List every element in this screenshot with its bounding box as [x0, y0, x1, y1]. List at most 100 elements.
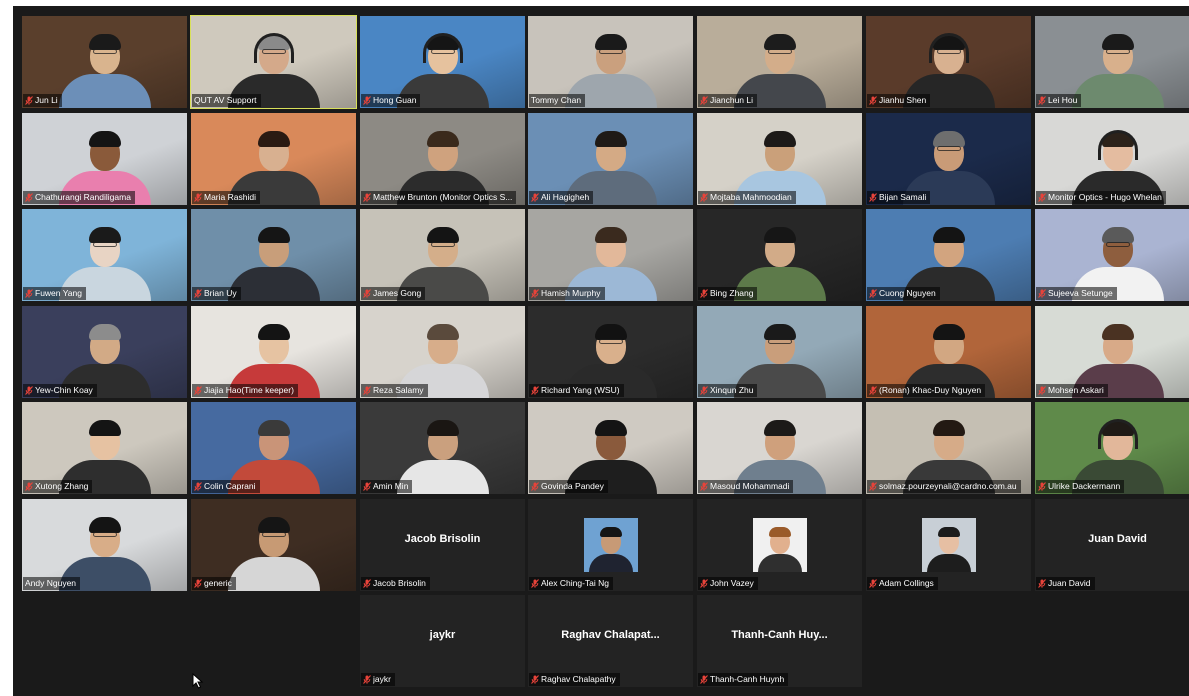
participant-name: Matthew Brunton (Monitor Optics S...	[373, 192, 513, 202]
participant-tile[interactable]: Colin Caprani	[191, 402, 356, 494]
participant-tile[interactable]: Thanh-Canh Huy... Thanh-Canh Huynh	[697, 595, 862, 687]
muted-mic-icon	[25, 482, 33, 491]
participant-tile[interactable]: Bing Zhang	[697, 209, 862, 301]
muted-mic-icon	[700, 579, 708, 588]
participant-tile[interactable]: Reza Salamy	[360, 306, 525, 398]
muted-mic-icon	[869, 579, 877, 588]
participant-name: Sujeeva Setunge	[1048, 288, 1113, 298]
participant-tile[interactable]: Chathurangi Randiligama	[22, 113, 187, 205]
muted-mic-icon	[700, 289, 708, 298]
participant-tile[interactable]: Jun Li	[22, 16, 187, 108]
participant-name: Masoud Mohammadi	[710, 481, 790, 491]
participant-tile[interactable]: Bijan Samali	[866, 113, 1031, 205]
participant-tile[interactable]: Monitor Optics - Hugo Whelan	[1035, 113, 1189, 205]
participant-tile[interactable]: QUT AV Support	[190, 15, 357, 109]
participant-tile[interactable]: Hong Guan	[360, 16, 525, 108]
participant-tile[interactable]: Sujeeva Setunge	[1035, 209, 1189, 301]
participant-tile[interactable]: Yew-Chin Koay	[22, 306, 187, 398]
participant-name: (Ronan) Khac-Duy Nguyen	[879, 385, 982, 395]
participant-name: Brian Uy	[204, 288, 237, 298]
participant-display-name: Raghav Chalapat...	[561, 629, 660, 641]
participant-tile[interactable]: Matthew Brunton (Monitor Optics S...	[360, 113, 525, 205]
participant-tile[interactable]: Brian Uy	[191, 209, 356, 301]
participant-tile[interactable]: Jianhu Shen	[866, 16, 1031, 108]
participant-nameplate: Jianhu Shen	[867, 94, 931, 107]
participant-name: Lei Hou	[1048, 95, 1078, 105]
muted-mic-icon	[531, 579, 539, 588]
participant-name: Raghav Chalapathy	[541, 674, 616, 684]
participant-nameplate: Masoud Mohammadi	[698, 480, 794, 493]
participant-tile[interactable]: Masoud Mohammadi	[697, 402, 862, 494]
participant-tile[interactable]: Mojtaba Mahmoodian	[697, 113, 862, 205]
participant-tile[interactable]: Adam Collings	[866, 499, 1031, 591]
participant-nameplate: Maria Rashidi	[192, 191, 260, 204]
participant-tile[interactable]: (Ronan) Khac-Duy Nguyen	[866, 306, 1031, 398]
participant-name: QUT AV Support	[194, 95, 257, 105]
participant-nameplate: Ulrike Dackermann	[1036, 480, 1125, 493]
headset-icon	[253, 32, 294, 63]
avatar	[921, 518, 976, 572]
participant-tile[interactable]: Lei Hou	[1035, 16, 1189, 108]
participant-tile[interactable]: Cuong Nguyen	[866, 209, 1031, 301]
participant-tile[interactable]: James Gong	[360, 209, 525, 301]
participant-name: Maria Rashidi	[204, 192, 256, 202]
participant-name: Jiajia Hao(Time keeper)	[204, 385, 294, 395]
muted-mic-icon	[363, 386, 371, 395]
participant-tile[interactable]: generic	[191, 499, 356, 591]
participant-nameplate: Xinqun Zhu	[698, 384, 758, 397]
muted-mic-icon	[869, 193, 877, 202]
participant-tile[interactable]: Richard Yang (WSU)	[528, 306, 693, 398]
participant-nameplate: Amin Min	[361, 480, 413, 493]
participant-nameplate: Thanh-Canh Huynh	[698, 673, 789, 686]
participant-name: Mohsen Askari	[1048, 385, 1104, 395]
participant-tile[interactable]: Fuwen Yang	[22, 209, 187, 301]
participant-tile[interactable]: Hamish Murphy	[528, 209, 693, 301]
participant-nameplate: James Gong	[361, 287, 426, 300]
participant-tile[interactable]: Andy Nguyen	[22, 499, 187, 591]
participant-name: generic	[204, 578, 232, 588]
participant-nameplate: Raghav Chalapathy	[529, 673, 620, 686]
muted-mic-icon	[869, 96, 877, 105]
participant-name: Juan David	[1048, 578, 1091, 588]
muted-mic-icon	[363, 675, 371, 684]
participant-nameplate: Xutong Zhang	[23, 480, 93, 493]
participant-name: John Vazey	[710, 578, 754, 588]
avatar	[583, 518, 638, 572]
participant-nameplate: Tommy Chan	[529, 94, 586, 107]
participant-tile[interactable]: Amin Min	[360, 402, 525, 494]
participant-tile[interactable]: Ali Hagigheh	[528, 113, 693, 205]
muted-mic-icon	[194, 386, 202, 395]
participant-nameplate: Chathurangi Randiligama	[23, 191, 135, 204]
participant-tile[interactable]: Mohsen Askari	[1035, 306, 1189, 398]
video-gallery: Jun Li QUT AV Support Hong Guan Tommy Chan J…	[13, 6, 1189, 696]
participant-tile[interactable]: solmaz.pourzeynali@cardno.com.au	[866, 402, 1031, 494]
participant-tile[interactable]: Ulrike Dackermann	[1035, 402, 1189, 494]
participant-tile[interactable]: Juan David Juan David	[1035, 499, 1189, 591]
participant-nameplate: solmaz.pourzeynali@cardno.com.au	[867, 480, 1021, 493]
muted-mic-icon	[1038, 482, 1046, 491]
participant-tile[interactable]: Jacob Brisolin Jacob Brisolin	[360, 499, 525, 591]
participant-nameplate: Mojtaba Mahmoodian	[698, 191, 796, 204]
participant-name: jaykr	[373, 674, 391, 684]
muted-mic-icon	[25, 289, 33, 298]
participant-tile[interactable]: Jiajia Hao(Time keeper)	[191, 306, 356, 398]
participant-tile[interactable]: Alex Ching-Tai Ng	[528, 499, 693, 591]
participant-name: Amin Min	[373, 481, 409, 491]
participant-name: Hamish Murphy	[541, 288, 601, 298]
participant-tile[interactable]: Govinda Pandey	[528, 402, 693, 494]
participant-nameplate: Adam Collings	[867, 577, 938, 590]
participant-tile[interactable]: Xinqun Zhu	[697, 306, 862, 398]
participant-name: Jacob Brisolin	[373, 578, 426, 588]
muted-mic-icon	[363, 579, 371, 588]
participant-tile[interactable]: jaykr jaykr	[360, 595, 525, 687]
participant-tile[interactable]: John Vazey	[697, 499, 862, 591]
participant-nameplate: Monitor Optics - Hugo Whelan	[1036, 191, 1166, 204]
participant-tile[interactable]: Jianchun Li	[697, 16, 862, 108]
participant-tile[interactable]: Xutong Zhang	[22, 402, 187, 494]
participant-tile[interactable]: Maria Rashidi	[191, 113, 356, 205]
mouse-cursor-icon	[192, 673, 204, 689]
participant-tile[interactable]: Raghav Chalapat... Raghav Chalapathy	[528, 595, 693, 687]
participant-tile[interactable]: Tommy Chan	[528, 16, 693, 108]
participant-name: Colin Caprani	[204, 481, 256, 491]
participant-name: Xinqun Zhu	[710, 385, 754, 395]
